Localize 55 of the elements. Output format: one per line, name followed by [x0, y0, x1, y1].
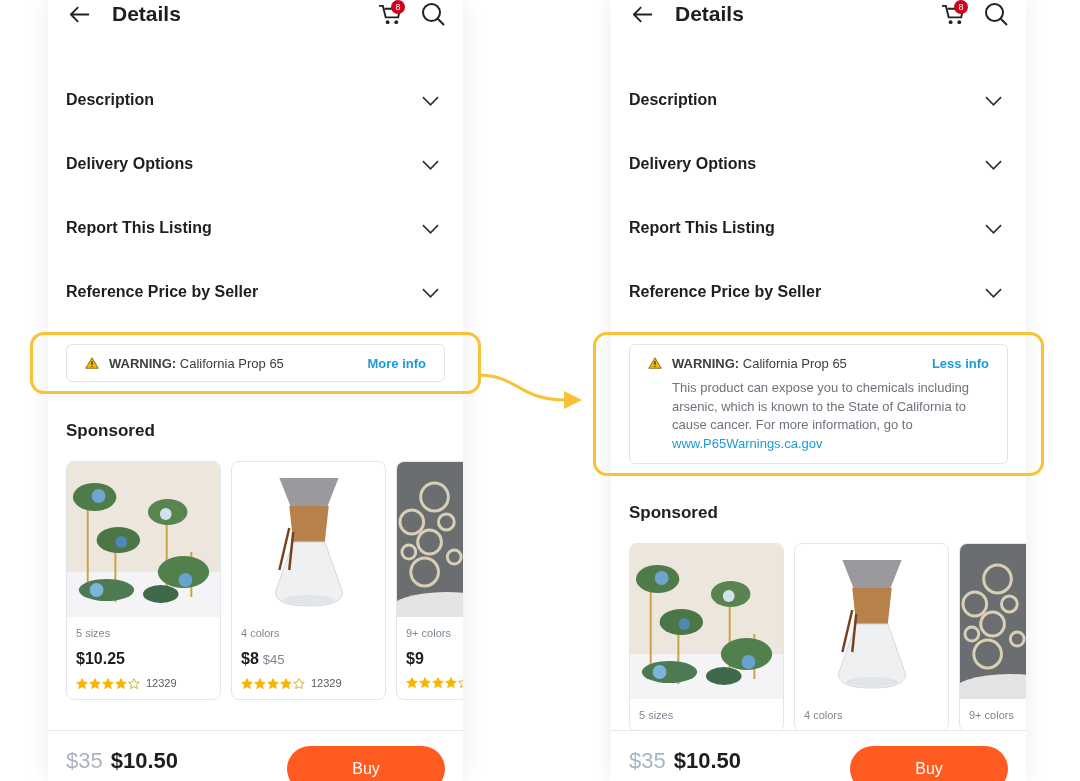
product-card[interactable]: 5 sizes	[629, 543, 784, 732]
original-price: $35	[66, 748, 103, 774]
cart-icon[interactable]	[941, 2, 966, 26]
variant-count: 4 colors	[804, 709, 844, 721]
chevron-icon	[985, 96, 1002, 106]
product-card[interactable]: 5 sizes $10.25 12329	[66, 461, 221, 700]
warning-title: WARNING: California Prop 65	[672, 355, 848, 371]
chevron-icon	[422, 96, 439, 106]
accordion-row[interactable]: Report This Listing	[611, 196, 1026, 260]
section-heading: Sponsored	[66, 421, 156, 441]
section-heading: Sponsored	[629, 503, 719, 523]
warning-icon	[85, 357, 99, 369]
cart-badge: 8	[391, 0, 405, 14]
product-card[interactable]: 9+ colors $9	[396, 461, 463, 700]
page-title: Details	[675, 2, 745, 26]
search-icon[interactable]	[421, 2, 445, 26]
sale-price: $10.50	[110, 748, 178, 774]
variant-count: 4 colors	[241, 627, 281, 639]
sale-price: $10.50	[673, 748, 741, 774]
accordion-row[interactable]: Description	[48, 68, 463, 132]
warning-icon	[648, 357, 662, 369]
chevron-icon	[422, 288, 439, 298]
variant-count: 5 sizes	[639, 709, 675, 721]
accordion-row[interactable]: Description	[611, 68, 1026, 132]
chevron-icon	[985, 288, 1002, 298]
back-icon[interactable]	[70, 5, 90, 23]
product-price: $8	[241, 650, 259, 668]
page-title: Details	[112, 2, 182, 26]
chevron-icon	[422, 224, 439, 234]
chevron-icon	[985, 224, 1002, 234]
product-card[interactable]: 9+ colors	[959, 543, 1026, 732]
cart-badge: 8	[954, 0, 968, 14]
accordion-row[interactable]: Delivery Options	[48, 132, 463, 196]
accordion-row[interactable]: Report This Listing	[48, 196, 463, 260]
review-count: 12329	[146, 677, 177, 689]
product-price: $10.25	[76, 650, 125, 668]
review-count: 12329	[311, 677, 342, 689]
product-card[interactable]: 4 colors $8 $45 12329	[231, 461, 386, 700]
accordion-row[interactable]: Reference Price by Seller	[48, 260, 463, 324]
warning-text: This product can expose you to chemicals including arsenic, which is known to the State of California to cause cancer. For more information, go to www.P65Warnings.ca.gov	[672, 379, 970, 453]
search-icon[interactable]	[984, 2, 1008, 26]
chevron-icon	[422, 160, 439, 170]
back-icon[interactable]	[633, 5, 653, 23]
original-price: $45	[262, 652, 285, 667]
chevron-icon	[985, 160, 1002, 170]
accordion-row[interactable]: Reference Price by Seller	[611, 260, 1026, 324]
variant-count: 9+ colors	[969, 709, 1015, 721]
warning-title: WARNING: California Prop 65	[109, 355, 285, 371]
original-price: $35	[629, 748, 666, 774]
product-card[interactable]: 4 colors	[794, 543, 949, 732]
accordion-row[interactable]: Delivery Options	[611, 132, 1026, 196]
cart-icon[interactable]	[378, 2, 403, 26]
product-price: $9	[406, 650, 424, 668]
variant-count: 9+ colors	[406, 627, 452, 639]
variant-count: 5 sizes	[76, 627, 112, 639]
